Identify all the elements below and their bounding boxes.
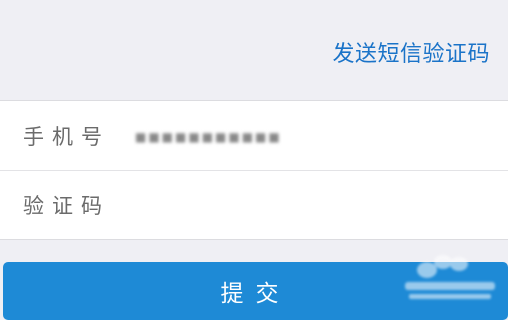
send-sms-code-link[interactable]: 发送短信验证码 <box>332 40 490 70</box>
phone-row: 手机号 ■■■■■■■■■■■ <box>0 101 508 170</box>
code-label: 验证码 <box>23 193 110 218</box>
top-area: 发送短信验证码 <box>0 0 508 100</box>
submit-button[interactable]: 提交 <box>3 262 508 320</box>
code-input[interactable] <box>135 183 508 226</box>
code-row: 验证码 <box>0 170 508 239</box>
phone-label: 手机号 <box>23 124 110 149</box>
login-form: 手机号 ■■■■■■■■■■■ 验证码 <box>0 100 508 240</box>
submit-label: 提交 <box>220 280 291 306</box>
phone-value[interactable]: ■■■■■■■■■■■ <box>135 130 282 144</box>
